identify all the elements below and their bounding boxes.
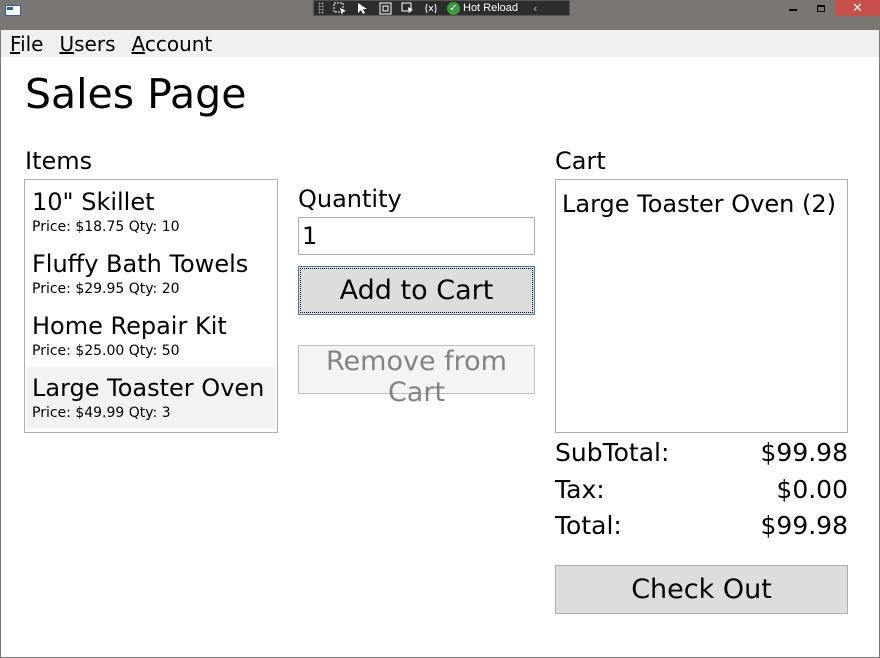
title-bar[interactable]: ✓ Hot Reload ‹ ✕ (0, 0, 880, 30)
items-label: Items (25, 147, 93, 175)
items-listbox[interactable]: 10" Skillet Price: $18.75 Qty: 10 Fluffy… (24, 179, 278, 433)
add-to-cart-button[interactable]: Add to Cart (298, 266, 535, 315)
menu-users-label: sers (74, 31, 116, 56)
minimize-icon (789, 9, 797, 11)
quantity-input[interactable] (298, 217, 535, 255)
track-focus-icon[interactable] (401, 2, 415, 15)
minimize-button[interactable] (779, 0, 807, 16)
tax-label: Tax: (555, 475, 605, 504)
list-item[interactable]: 10" Skillet Price: $18.75 Qty: 10 (26, 181, 276, 243)
maximize-icon (817, 4, 825, 12)
collapse-chevron-icon[interactable]: ‹ (533, 2, 537, 15)
menu-file-label: ile (20, 31, 44, 56)
close-icon: ✕ (852, 0, 863, 16)
cart-item[interactable]: Large Toaster Oven (2) (562, 188, 841, 220)
binding-failures-icon[interactable] (424, 2, 438, 15)
close-button[interactable]: ✕ (835, 0, 880, 16)
list-item-selected[interactable]: Large Toaster Oven Price: $49.99 Qty: 3 (26, 367, 276, 429)
subtotal-value: $99.98 (760, 438, 848, 467)
item-price-qty: Price: $49.99 Qty: 3 (32, 405, 171, 421)
menu-bar: File Users Account (1, 30, 879, 57)
item-name: Fluffy Bath Towels (32, 250, 249, 278)
select-element-icon[interactable] (333, 2, 347, 15)
xaml-debug-toolbar: ✓ Hot Reload ‹ (313, 0, 570, 16)
menu-file-access-key: F (10, 31, 21, 56)
list-item[interactable]: Fluffy Bath Towels Price: $29.95 Qty: 20 (26, 243, 276, 305)
item-price-qty: Price: $18.75 Qty: 10 (32, 219, 180, 235)
total-label: Total: (555, 511, 622, 540)
tax-value: $0.00 (776, 475, 848, 504)
layout-adorner-icon[interactable] (379, 2, 392, 15)
subtotal-label: SubTotal: (555, 438, 670, 467)
menu-account[interactable]: Account (123, 32, 220, 56)
cart-listbox[interactable]: Large Toaster Oven (2) (555, 179, 848, 433)
maximize-button[interactable] (807, 0, 835, 16)
remove-from-cart-button[interactable]: Remove from Cart (298, 345, 535, 408)
menu-file[interactable]: File (1, 32, 50, 56)
menu-users-access-key: U (59, 31, 75, 56)
check-circle-icon: ✓ (447, 1, 460, 15)
total-value: $99.98 (760, 511, 848, 540)
item-name: Home Repair Kit (32, 312, 227, 340)
menu-account-label: ccount (144, 31, 213, 56)
cart-label: Cart (555, 147, 606, 175)
hot-reload-status[interactable]: ✓ Hot Reload (447, 1, 519, 15)
app-window-icon[interactable] (5, 5, 21, 16)
item-name: 10" Skillet (32, 188, 155, 216)
toolbar-grip-icon[interactable] (318, 2, 324, 14)
check-out-button[interactable]: Check Out (555, 565, 848, 614)
pointer-select-icon[interactable] (356, 2, 370, 15)
quantity-label: Quantity (298, 185, 402, 213)
menu-account-access-key: A (131, 31, 145, 56)
item-price-qty: Price: $29.95 Qty: 20 (32, 281, 180, 297)
item-name: Large Toaster Oven (32, 374, 265, 402)
tax-row: Tax: $0.00 (555, 475, 848, 504)
total-row: Total: $99.98 (555, 511, 848, 540)
subtotal-row: SubTotal: $99.98 (555, 438, 848, 467)
menu-users[interactable]: Users (50, 32, 122, 56)
item-price-qty: Price: $25.00 Qty: 50 (32, 343, 180, 359)
hot-reload-label: Hot Reload (463, 2, 519, 14)
list-item[interactable]: Home Repair Kit Price: $25.00 Qty: 50 (26, 305, 276, 367)
window-controls: ✕ (779, 0, 880, 16)
page-title: Sales Page (25, 70, 247, 118)
